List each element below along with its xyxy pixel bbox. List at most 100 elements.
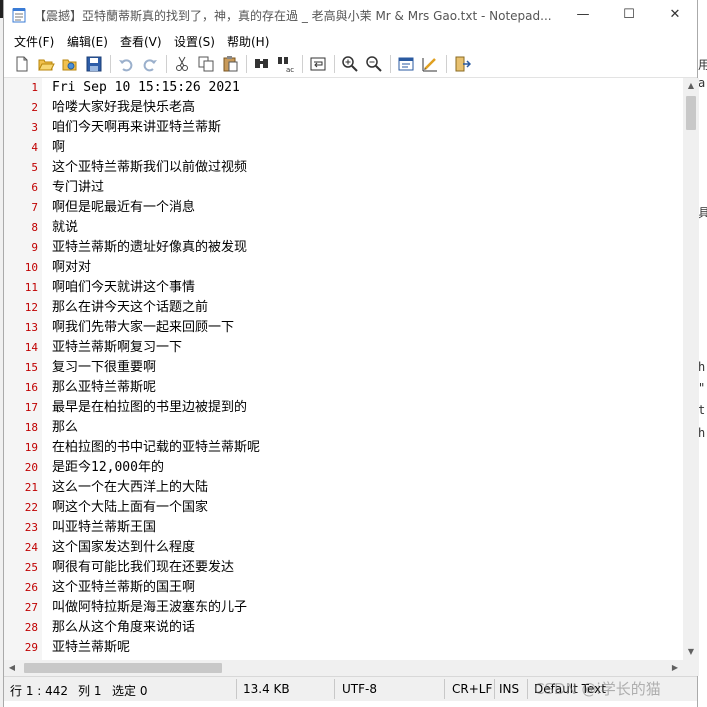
open-folder-icon[interactable] xyxy=(37,55,55,73)
line-text[interactable]: 是距今12,000年的 xyxy=(52,458,164,478)
editor-line[interactable]: 5 这个亚特兰蒂斯我们以前做过视频 xyxy=(4,158,683,178)
exit-icon[interactable] xyxy=(453,55,471,73)
horizontal-scroll-thumb[interactable] xyxy=(24,663,222,673)
find-icon[interactable] xyxy=(253,55,271,73)
line-text[interactable]: 这个亚特兰蒂斯我们以前做过视频 xyxy=(52,158,247,178)
editor-line[interactable]: 6 专门讲过 xyxy=(4,178,683,198)
line-text[interactable]: 那么亚特兰蒂斯呢 xyxy=(52,378,156,398)
line-text[interactable]: 专门讲过 xyxy=(52,178,104,198)
editor-line[interactable]: 4啊 xyxy=(4,138,683,158)
editor-line[interactable]: 19 在柏拉图的书中记载的亚特兰蒂斯呢 xyxy=(4,438,683,458)
line-text[interactable]: 啊 xyxy=(52,138,65,158)
editor-line[interactable]: 21 这么一个在大西洋上的大陆 xyxy=(4,478,683,498)
editor-line[interactable]: 23 叫亚特兰蒂斯王国 xyxy=(4,518,683,538)
editor-line[interactable]: 22 啊这个大陆上面有一个国家 xyxy=(4,498,683,518)
redo-icon[interactable] xyxy=(141,55,159,73)
maximize-button[interactable]: ☐ xyxy=(606,0,652,30)
editor-line[interactable]: 27 叫做阿特拉斯是海王波塞东的儿子 xyxy=(4,598,683,618)
new-file-icon[interactable] xyxy=(13,55,31,73)
editor-line[interactable]: 14 亚特兰蒂斯啊复习一下 xyxy=(4,338,683,358)
replace-icon[interactable]: ac xyxy=(277,55,295,73)
line-text[interactable]: 哈喽大家好我是快乐老高 xyxy=(52,98,195,118)
line-text[interactable]: 亚特兰蒂斯啊复习一下 xyxy=(52,338,182,358)
editor-line[interactable]: 20 是距今12,000年的 xyxy=(4,458,683,478)
line-text[interactable]: 亚特兰蒂斯的遗址好像真的被发现 xyxy=(52,238,247,258)
menu-settings[interactable]: 设置(S) xyxy=(174,33,215,50)
background-text: 具 xyxy=(698,206,707,220)
line-text[interactable]: 这么一个在大西洋上的大陆 xyxy=(52,478,208,498)
cut-icon[interactable] xyxy=(173,55,191,73)
scroll-right-arrow-icon[interactable]: ▶ xyxy=(667,660,683,676)
title-bar[interactable]: 【震撼】亞特蘭蒂斯真的找到了，神，真的存在過 _ 老高與小茉 Mr & Mrs … xyxy=(4,0,697,30)
customize-scheme-icon[interactable] xyxy=(421,55,439,73)
line-text[interactable]: 叫做阿特拉斯是海王波塞东的儿子 xyxy=(52,598,247,618)
editor-line[interactable]: 25 啊很有可能比我们现在还要发达 xyxy=(4,558,683,578)
editor-line[interactable]: 1 Fri Sep 10 15:15:26 2021 xyxy=(4,78,683,98)
editor-line[interactable]: 24 这个国家发达到什么程度 xyxy=(4,538,683,558)
horizontal-scrollbar[interactable]: ◀ ▶ xyxy=(4,660,683,676)
menu-file[interactable]: 文件(F) xyxy=(14,33,54,50)
line-text[interactable]: 在柏拉图的书中记载的亚特兰蒂斯呢 xyxy=(52,438,260,458)
vertical-scrollbar[interactable]: ▲ ▼ xyxy=(683,78,699,660)
word-wrap-icon[interactable] xyxy=(309,55,327,73)
editor-line[interactable]: 17 最早是在柏拉图的书里边被提到的 xyxy=(4,398,683,418)
status-line-endings[interactable]: CR+LF xyxy=(452,682,492,696)
menu-view[interactable]: 查看(V) xyxy=(120,33,162,50)
line-text[interactable]: Fri Sep 10 15:15:26 2021 xyxy=(52,78,240,98)
text-editor-area[interactable]: 1 Fri Sep 10 15:15:26 2021 2 哈喽大家好我是快乐老高 3 咱们… xyxy=(4,78,683,660)
menu-edit[interactable]: 编辑(E) xyxy=(67,33,108,50)
editor-line[interactable]: 9 亚特兰蒂斯的遗址好像真的被发现 xyxy=(4,238,683,258)
line-text[interactable]: 复习一下很重要啊 xyxy=(52,358,156,378)
editor-line[interactable]: 15 复习一下很重要啊 xyxy=(4,358,683,378)
line-text[interactable]: 啊很有可能比我们现在还要发达 xyxy=(52,558,234,578)
line-text[interactable]: 啊对对 xyxy=(52,258,91,278)
editor-line[interactable]: 7 啊但是呢最近有一个消息 xyxy=(4,198,683,218)
editor-line[interactable]: 18 那么 xyxy=(4,418,683,438)
close-button[interactable]: ✕ xyxy=(652,0,698,30)
line-number: 17 xyxy=(24,401,38,414)
editor-line[interactable]: 26 这个亚特兰蒂斯的国王啊 xyxy=(4,578,683,598)
line-text[interactable]: 咱们今天啊再来讲亚特兰蒂斯 xyxy=(52,118,221,138)
line-text[interactable]: 那么从这个角度来说的话 xyxy=(52,618,195,638)
undo-icon[interactable] xyxy=(117,55,135,73)
line-text[interactable]: 这个亚特兰蒂斯的国王啊 xyxy=(52,578,195,598)
line-text[interactable]: 亚特兰蒂斯呢 xyxy=(52,638,130,658)
editor-line[interactable]: 3 咱们今天啊再来讲亚特兰蒂斯 xyxy=(4,118,683,138)
line-text[interactable]: 最早是在柏拉图的书里边被提到的 xyxy=(52,398,247,418)
line-number: 16 xyxy=(24,381,38,394)
menu-help[interactable]: 帮助(H) xyxy=(227,33,269,50)
save-icon[interactable] xyxy=(85,55,103,73)
minimize-button[interactable]: — xyxy=(560,0,606,30)
favorites-icon[interactable] xyxy=(61,55,79,73)
line-text[interactable]: 那么 xyxy=(52,418,78,438)
editor-line[interactable]: 16 那么亚特兰蒂斯呢 xyxy=(4,378,683,398)
copy-icon[interactable] xyxy=(197,55,215,73)
editor-line[interactable]: 8 就说 xyxy=(4,218,683,238)
line-text[interactable]: 啊这个大陆上面有一个国家 xyxy=(52,498,208,518)
editor-line[interactable]: 12 那么在讲今天这个话题之前 xyxy=(4,298,683,318)
zoom-out-icon[interactable] xyxy=(365,55,383,73)
line-text[interactable]: 那么在讲今天这个话题之前 xyxy=(52,298,208,318)
editor-line[interactable]: 11 啊咱们今天就讲这个事情 xyxy=(4,278,683,298)
scroll-left-arrow-icon[interactable]: ◀ xyxy=(4,660,20,676)
zoom-in-icon[interactable] xyxy=(341,55,359,73)
line-text[interactable]: 啊咱们今天就讲这个事情 xyxy=(52,278,195,298)
editor-line[interactable]: 29 亚特兰蒂斯呢 xyxy=(4,638,683,658)
status-insert-mode[interactable]: INS xyxy=(499,682,519,696)
status-separator xyxy=(444,679,445,699)
editor-line[interactable]: 2 哈喽大家好我是快乐老高 xyxy=(4,98,683,118)
line-text[interactable]: 就说 xyxy=(52,218,78,238)
select-scheme-icon[interactable] xyxy=(397,55,415,73)
line-text[interactable]: 这个国家发达到什么程度 xyxy=(52,538,195,558)
paste-icon[interactable] xyxy=(221,55,239,73)
editor-line[interactable]: 13 啊我们先带大家一起来回顾一下 xyxy=(4,318,683,338)
line-text[interactable]: 叫亚特兰蒂斯王国 xyxy=(52,518,156,538)
editor-line[interactable]: 28 那么从这个角度来说的话 xyxy=(4,618,683,638)
line-text[interactable]: 啊但是呢最近有一个消息 xyxy=(52,198,195,218)
vertical-scroll-thumb[interactable] xyxy=(686,96,696,130)
scroll-down-arrow-icon[interactable]: ▼ xyxy=(683,644,699,660)
editor-line[interactable]: 10 啊对对 xyxy=(4,258,683,278)
line-text[interactable]: 啊我们先带大家一起来回顾一下 xyxy=(52,318,234,338)
scroll-up-arrow-icon[interactable]: ▲ xyxy=(683,78,699,94)
status-encoding[interactable]: UTF-8 xyxy=(342,682,377,696)
